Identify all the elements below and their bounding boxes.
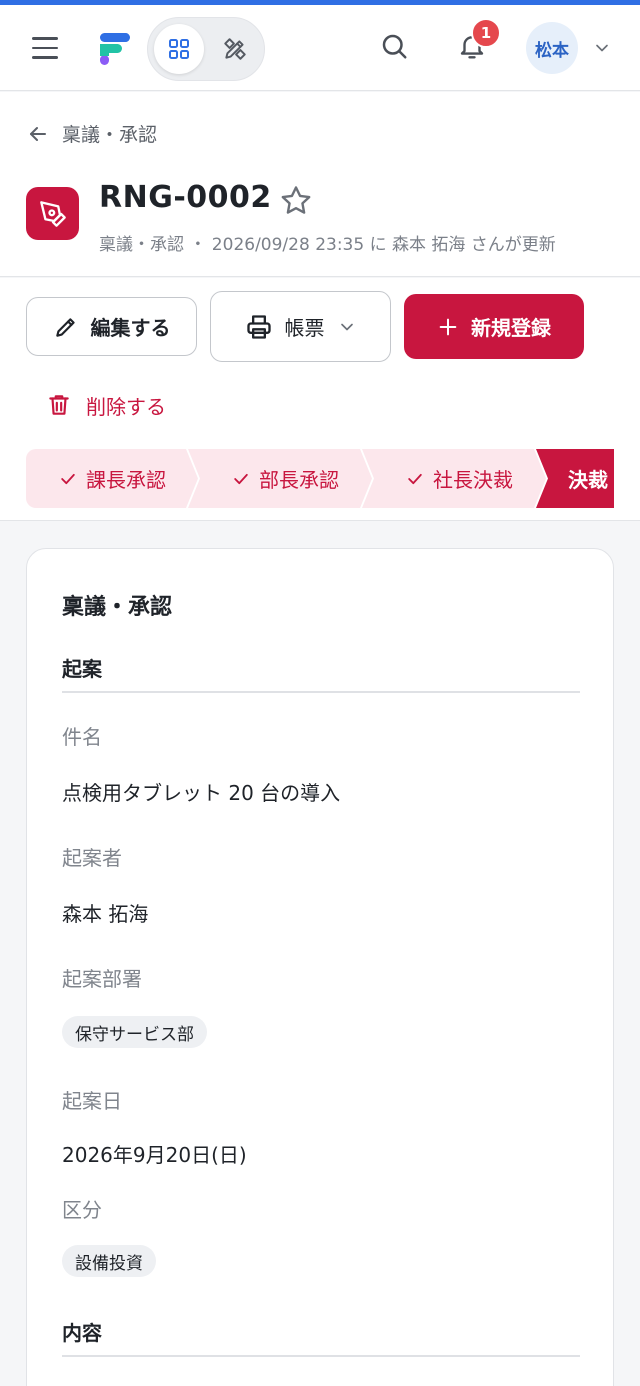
field-label-subject: 件名 (62, 725, 102, 749)
pencil-icon (55, 317, 75, 337)
step-section-chief-approval[interactable]: 課長承認 (26, 449, 198, 508)
edit-button[interactable]: 編集する (26, 297, 197, 356)
approval-steps: 課長承認 部長承認 社長決裁 決裁 (26, 449, 614, 508)
record-meta: 稟議・承認 ・ 2026/09/28 23:35 に 森本 拓海 さんが更新 (99, 235, 556, 255)
step-label: 部長承認 (259, 468, 339, 492)
new-record-button[interactable]: 新規登録 (404, 294, 584, 359)
section-divider (62, 1355, 580, 1357)
arrow-left-icon[interactable] (26, 122, 50, 146)
search-icon[interactable] (369, 21, 419, 71)
record-detail-card: 稟議・承認 起案 件名 点検用タブレット 20 台の導入 起案者 森本 拓海 起… (26, 548, 614, 1386)
plus-icon (439, 318, 457, 335)
apps-grid-icon[interactable] (154, 24, 204, 74)
department-chip: 保守サービス部 (62, 1016, 207, 1048)
trash-icon (49, 395, 69, 415)
category-chip: 設備投資 (62, 1245, 156, 1277)
page-title: RNG-0002 (99, 180, 272, 215)
section-title-content: 内容 (62, 1321, 102, 1345)
field-value-drafter: 森本 拓海 (62, 902, 149, 926)
step-label: 社長決裁 (433, 468, 513, 492)
field-label-drafter: 起案者 (62, 846, 122, 870)
step-label: 課長承認 (86, 468, 166, 492)
action-bar: 編集する 帳票 新規登録 削除する 課長承認 部長承認 社長決裁 決裁 (0, 278, 640, 521)
field-value-subject: 点検用タブレット 20 台の導入 (62, 781, 341, 805)
field-label-department: 起案部署 (62, 967, 142, 991)
app-logo[interactable] (96, 29, 136, 69)
section-divider (62, 691, 580, 693)
edit-button-label: 編集する (90, 316, 171, 340)
chevron-down-icon (340, 323, 353, 330)
print-form-button[interactable]: 帳票 (210, 291, 391, 362)
field-value-date: 2026年9月20日(日) (62, 1143, 247, 1167)
menu-icon[interactable] (26, 29, 64, 67)
notification-badge: 1 (471, 18, 501, 48)
mode-toggle (147, 17, 265, 81)
step-president-decision[interactable]: 社長決裁 (362, 449, 546, 508)
step-manager-approval[interactable]: 部長承認 (188, 449, 372, 508)
pen-nib-icon (39, 200, 66, 227)
design-tools-icon[interactable] (210, 24, 260, 74)
app-header: 1 松本 (0, 5, 640, 91)
check-icon (408, 473, 422, 484)
check-icon (61, 473, 75, 484)
field-label-category: 区分 (62, 1198, 102, 1222)
breadcrumb[interactable]: 稟議・承認 (26, 120, 157, 147)
app-icon (26, 187, 79, 240)
field-label-date: 起案日 (62, 1089, 122, 1113)
step-decided[interactable]: 決裁 (536, 449, 614, 508)
delete-button-label: 削除する (86, 394, 166, 419)
section-title-draft: 起案 (62, 657, 102, 681)
avatar: 松本 (526, 22, 578, 74)
breadcrumb-label[interactable]: 稟議・承認 (62, 120, 157, 147)
record-header: 稟議・承認 RNG-0002 稟議・承認 ・ 2026/09/28 23:35 … (0, 92, 640, 277)
print-button-label: 帳票 (284, 316, 325, 340)
check-icon (234, 473, 248, 484)
star-icon[interactable] (278, 183, 314, 223)
step-label: 決裁 (568, 468, 608, 492)
delete-button[interactable]: 削除する (46, 385, 166, 425)
chevron-down-icon (596, 44, 608, 52)
user-menu[interactable]: 松本 (526, 21, 616, 75)
printer-icon (246, 314, 271, 339)
new-button-label: 新規登録 (471, 316, 551, 340)
card-title: 稟議・承認 (62, 595, 173, 620)
